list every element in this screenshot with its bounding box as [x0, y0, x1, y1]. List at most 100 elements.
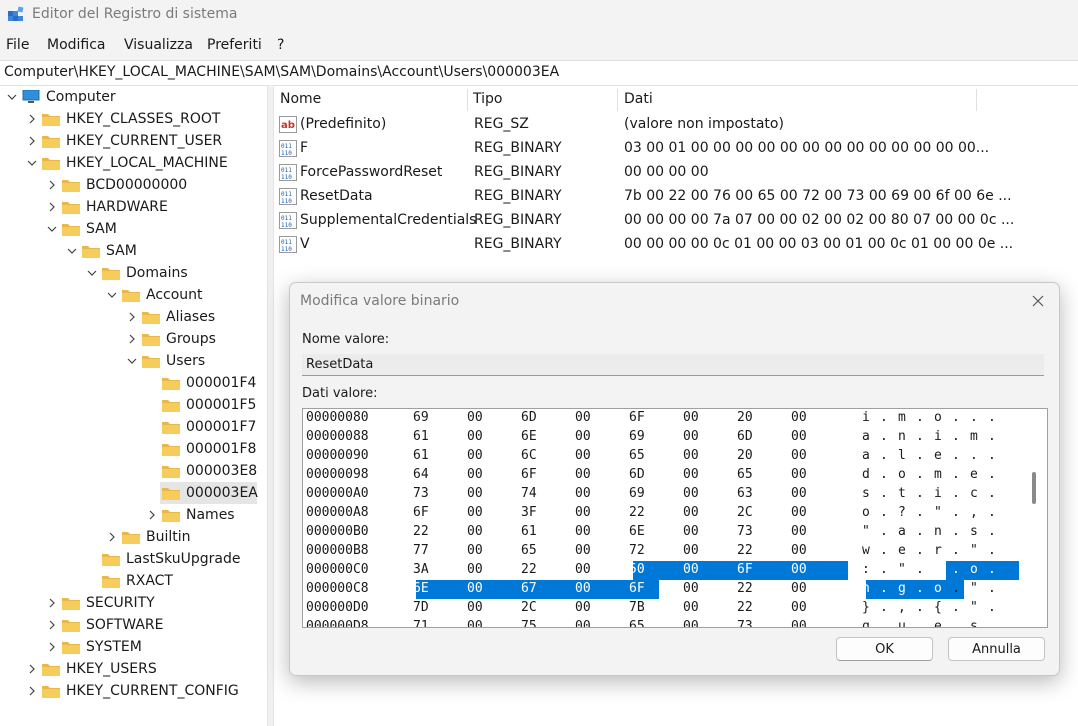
tree-item[interactable]: SAM [0, 218, 266, 240]
chevron-right-icon[interactable] [47, 636, 57, 658]
ascii-char: e [898, 543, 906, 558]
chevron-right-icon[interactable] [27, 658, 37, 680]
tree-item-label: Names [186, 507, 235, 523]
value-row[interactable]: ab (Predefinito) REG_SZ (valore non imposta… [273, 113, 1073, 137]
ascii-char: e [934, 448, 942, 463]
menu-file[interactable]: File [6, 37, 29, 53]
tree-item[interactable]: 000001F8 [0, 438, 266, 460]
chevron-right-icon[interactable] [107, 526, 117, 548]
tree-item[interactable]: 000003EA [0, 482, 266, 504]
chevron-right-icon[interactable] [27, 130, 37, 152]
tree-item[interactable]: HKEY_CURRENT_USER [0, 130, 266, 152]
ascii-char: m [970, 429, 978, 444]
hex-row[interactable]: 00000090 61 00 6C 00 65 00 20 00 a. l. e... [303, 447, 1047, 466]
tree-item[interactable]: 000001F7 [0, 416, 266, 438]
hex-row[interactable]: 000000D8 71 00 75 00 65 00 73 00 q. u. e. s. [303, 618, 1047, 628]
chevron-right-icon[interactable] [47, 196, 57, 218]
close-icon[interactable] [1028, 291, 1048, 311]
tree-item[interactable]: 000003E8 [0, 460, 266, 482]
hex-editor[interactable]: 00000080 69 00 6D 00 6F 00 20 00 i. m. o... 00000088… [302, 408, 1048, 628]
hex-row[interactable]: 000000C8 6E 00 67 00 6F 00 22 00 n. g. o. ". [303, 580, 1047, 599]
ascii-char: . [916, 581, 924, 596]
menu-visualizza[interactable]: Visualizza [124, 37, 193, 53]
chevron-right-icon[interactable] [127, 306, 137, 328]
menu-modifica[interactable]: Modifica [47, 37, 106, 53]
hex-row[interactable]: 000000A0 73 00 74 00 69 00 63 00 s. t. i. c. [303, 485, 1047, 504]
chevron-right-icon[interactable] [47, 592, 57, 614]
ascii-char: e [934, 619, 942, 628]
column-header-type[interactable]: Tipo [473, 85, 502, 113]
hex-scrollbar[interactable] [1032, 472, 1036, 504]
tree-item[interactable]: HKEY_USERS [0, 658, 266, 680]
tree-item[interactable]: HKEY_CLASSES_ROOT [0, 108, 266, 130]
value-row[interactable]: 011 110 ForcePasswordReset REG_BINARY 00 00 … [273, 161, 1073, 185]
chevron-right-icon[interactable] [47, 614, 57, 636]
tree-item[interactable]: RXACT [0, 570, 266, 592]
hex-row[interactable]: 00000080 69 00 6D 00 6F 00 20 00 i. m. o... [303, 409, 1047, 428]
tree-item[interactable]: BCD00000000 [0, 174, 266, 196]
ascii-char: o [862, 505, 870, 520]
tree-item[interactable]: SAM [0, 240, 266, 262]
chevron-right-icon[interactable] [27, 680, 37, 702]
chevron-down-icon[interactable] [127, 350, 137, 372]
chevron-down-icon[interactable] [107, 284, 117, 306]
hex-row[interactable]: 000000D0 7D 00 2C 00 7B 00 22 00}.,. {. ". [303, 599, 1047, 618]
tree-item[interactable]: HKEY_LOCAL_MACHINE [0, 152, 266, 174]
chevron-right-icon[interactable] [27, 108, 37, 130]
tree-item[interactable]: Users [0, 350, 266, 372]
value-row[interactable]: 011 110 F REG_BINARY 03 00 01 00 00 00 00 00… [273, 137, 1073, 161]
chevron-down-icon[interactable] [87, 262, 97, 284]
column-header-name[interactable]: Nome [280, 85, 321, 113]
hex-row[interactable]: 000000B8 77 00 65 00 72 00 22 00 w. e. r. ". [303, 542, 1047, 561]
key-tree[interactable]: Computer HKEY_CLASSES_ROOT HKEY_CURRENT_US… [0, 85, 266, 726]
tree-item[interactable]: Computer [0, 86, 266, 108]
tree-item[interactable]: Domains [0, 262, 266, 284]
tree-item[interactable]: SOFTWARE [0, 614, 266, 636]
value-row[interactable]: 011 110 ResetData REG_BINARY 7b 00 22 00 76 … [273, 185, 1073, 209]
tree-item[interactable]: SYSTEM [0, 636, 266, 658]
ascii-char: . [916, 429, 924, 444]
chevron-down-icon[interactable] [67, 240, 77, 262]
folder-icon [162, 510, 180, 522]
column-separator[interactable] [467, 89, 468, 111]
chevron-down-icon[interactable] [27, 152, 37, 174]
hex-row[interactable]: 000000B0 22 00 61 00 6E 00 73 00 ". a. n. s. [303, 523, 1047, 542]
value-row[interactable]: 011 110 V REG_BINARY 00 00 00 00 0c 01 00 00… [273, 233, 1073, 257]
column-separator[interactable] [617, 89, 618, 111]
ascii-char: . [988, 429, 996, 444]
hex-row[interactable]: 00000098 64 00 6F 00 6D 00 65 00 d. o. m. e. [303, 466, 1047, 485]
tree-item[interactable]: 000001F4 [0, 372, 266, 394]
chevron-down-icon[interactable] [7, 86, 17, 108]
tree-item[interactable]: HKEY_CURRENT_CONFIG [0, 680, 266, 702]
tree-item[interactable]: HARDWARE [0, 196, 266, 218]
hex-byte: 00 [791, 429, 807, 444]
hex-row[interactable]: 000000A8 6F 00 3F 00 22 00 2C 00 o.?. ".,. [303, 504, 1047, 523]
menu-help[interactable]: ? [277, 37, 284, 53]
menu-preferiti[interactable]: Preferiti [207, 37, 262, 53]
tree-item[interactable]: LastSkuUpgrade [0, 548, 266, 570]
tree-item[interactable]: Builtin [0, 526, 266, 548]
tree-item[interactable]: Account [0, 284, 266, 306]
column-separator[interactable] [976, 89, 977, 111]
hex-byte: 61 [413, 429, 429, 444]
chevron-down-icon[interactable] [47, 218, 57, 240]
tree-item[interactable]: Names [0, 504, 266, 526]
tree-item[interactable]: 000001F5 [0, 394, 266, 416]
ok-button[interactable]: OK [836, 637, 933, 661]
ascii-char: . [988, 524, 996, 539]
hex-row[interactable]: 00000088 61 00 6E 00 69 00 6D 00 a. n. i. m. [303, 428, 1047, 447]
hex-byte: 6E [413, 581, 429, 596]
column-header-data[interactable]: Dati [624, 85, 653, 113]
address-input[interactable] [4, 64, 1064, 80]
chevron-right-icon[interactable] [127, 328, 137, 350]
tree-item[interactable]: SECURITY [0, 592, 266, 614]
ascii-char: . [916, 448, 924, 463]
hex-row[interactable]: 000000C0 3A 00 22 00 50 00 6F 00:. ". P. o. [303, 561, 1047, 580]
tree-item[interactable]: Groups [0, 328, 266, 350]
chevron-right-icon[interactable] [147, 504, 157, 526]
value-data: 03 00 01 00 00 00 00 00 00 00 00 00 00 0… [624, 140, 990, 156]
value-row[interactable]: 011 110 SupplementalCredentials REG_BINARY 0… [273, 209, 1073, 233]
cancel-button[interactable]: Annulla [948, 637, 1045, 661]
chevron-right-icon[interactable] [47, 174, 57, 196]
tree-item[interactable]: Aliases [0, 306, 266, 328]
